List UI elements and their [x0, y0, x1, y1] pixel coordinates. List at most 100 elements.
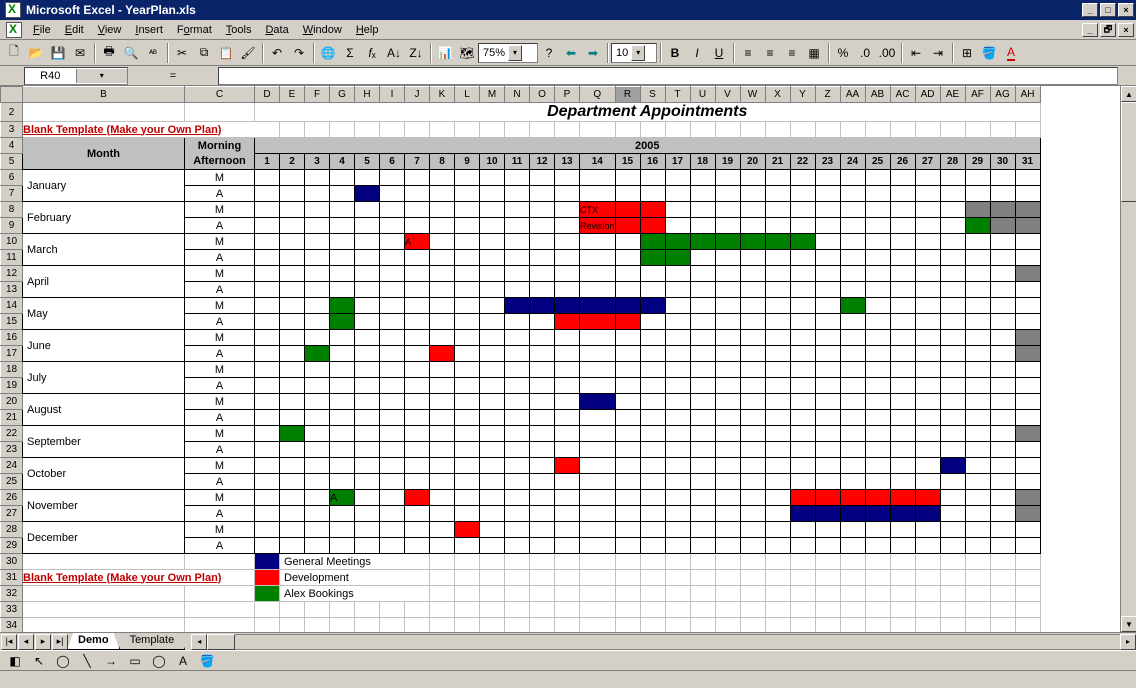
plan-cell[interactable]	[890, 314, 915, 330]
plan-cell[interactable]	[555, 506, 580, 522]
minimize-button[interactable]: _	[1082, 3, 1098, 17]
plan-cell[interactable]	[355, 218, 380, 234]
copy-button[interactable]: ⧉	[193, 42, 215, 64]
plan-cell[interactable]	[555, 250, 580, 266]
plan-cell[interactable]	[740, 186, 765, 202]
doc-close-button[interactable]: ×	[1118, 23, 1134, 37]
plan-cell[interactable]	[305, 298, 330, 314]
plan-cell[interactable]	[740, 394, 765, 410]
new-button[interactable]: 🗋	[3, 42, 25, 64]
plan-cell[interactable]	[405, 250, 430, 266]
plan-cell[interactable]	[580, 282, 616, 298]
plan-cell[interactable]	[965, 426, 990, 442]
plan-cell[interactable]	[405, 410, 430, 426]
plan-cell[interactable]	[505, 234, 530, 250]
format-painter-button[interactable]: 🖌	[237, 42, 259, 64]
plan-cell[interactable]	[840, 346, 865, 362]
plan-cell[interactable]	[530, 378, 555, 394]
plan-cell[interactable]	[530, 474, 555, 490]
plan-cell[interactable]	[580, 426, 616, 442]
plan-cell[interactable]	[990, 186, 1015, 202]
plan-cell[interactable]	[765, 538, 790, 554]
plan-cell[interactable]	[305, 282, 330, 298]
plan-cell[interactable]	[915, 218, 940, 234]
plan-cell[interactable]	[965, 522, 990, 538]
plan-cell[interactable]	[580, 490, 616, 506]
col-header-P[interactable]: P	[555, 87, 580, 103]
plan-cell[interactable]	[355, 522, 380, 538]
plan-cell[interactable]	[255, 234, 280, 250]
plan-cell[interactable]	[665, 250, 690, 266]
plan-cell[interactable]	[790, 506, 815, 522]
plan-cell[interactable]	[965, 186, 990, 202]
plan-cell[interactable]	[765, 170, 790, 186]
plan-cell[interactable]	[355, 426, 380, 442]
plan-cell[interactable]	[380, 234, 405, 250]
plan-cell[interactable]	[305, 394, 330, 410]
plan-cell[interactable]	[305, 266, 330, 282]
plan-cell[interactable]	[330, 394, 355, 410]
plan-cell[interactable]	[555, 170, 580, 186]
plan-cell[interactable]	[355, 378, 380, 394]
plan-cell[interactable]	[455, 490, 480, 506]
plan-cell[interactable]	[405, 442, 430, 458]
plan-cell[interactable]	[530, 458, 555, 474]
plan-cell[interactable]	[915, 506, 940, 522]
plan-cell[interactable]	[690, 378, 715, 394]
plan-cell[interactable]	[555, 186, 580, 202]
plan-cell[interactable]	[255, 346, 280, 362]
plan-cell[interactable]	[430, 218, 455, 234]
plan-cell[interactable]	[765, 186, 790, 202]
plan-cell[interactable]	[615, 250, 640, 266]
plan-cell[interactable]	[280, 538, 305, 554]
plan-cell[interactable]	[530, 202, 555, 218]
col-header-D[interactable]: D	[255, 87, 280, 103]
plan-cell[interactable]	[990, 234, 1015, 250]
plan-cell[interactable]	[690, 186, 715, 202]
plan-cell[interactable]	[1015, 282, 1040, 298]
scroll-right-button[interactable]: ▸	[1120, 634, 1136, 650]
plan-cell[interactable]	[530, 346, 555, 362]
plan-cell[interactable]	[555, 474, 580, 490]
plan-cell[interactable]	[790, 330, 815, 346]
fill-button[interactable]: 🪣	[196, 650, 218, 672]
forward-button[interactable]: ➡	[582, 42, 604, 64]
plan-cell[interactable]	[480, 490, 505, 506]
plan-cell[interactable]	[915, 330, 940, 346]
plan-cell[interactable]: A	[405, 234, 430, 250]
plan-cell[interactable]	[305, 490, 330, 506]
plan-cell[interactable]	[355, 170, 380, 186]
percent-button[interactable]: %	[832, 42, 854, 64]
col-header-V[interactable]: V	[715, 87, 740, 103]
plan-cell[interactable]	[330, 202, 355, 218]
plan-cell[interactable]	[480, 186, 505, 202]
plan-cell[interactable]	[580, 298, 616, 314]
plan-cell[interactable]	[505, 186, 530, 202]
plan-cell[interactable]	[615, 266, 640, 282]
plan-cell[interactable]	[915, 314, 940, 330]
plan-cell[interactable]	[940, 474, 965, 490]
plan-cell[interactable]	[405, 458, 430, 474]
plan-cell[interactable]	[280, 218, 305, 234]
plan-cell[interactable]	[330, 234, 355, 250]
decrease-indent-button[interactable]: ⇤	[905, 42, 927, 64]
plan-cell[interactable]	[790, 202, 815, 218]
plan-cell[interactable]	[665, 490, 690, 506]
row-header-10[interactable]: 10	[1, 234, 23, 250]
plan-cell[interactable]	[965, 378, 990, 394]
plan-cell[interactable]	[990, 474, 1015, 490]
plan-cell[interactable]	[330, 474, 355, 490]
plan-cell[interactable]	[405, 202, 430, 218]
plan-cell[interactable]	[965, 250, 990, 266]
plan-cell[interactable]	[330, 218, 355, 234]
plan-cell[interactable]	[555, 330, 580, 346]
plan-cell[interactable]	[530, 186, 555, 202]
print-button[interactable]: 🖶	[98, 42, 120, 64]
plan-cell[interactable]	[1015, 218, 1040, 234]
plan-cell[interactable]	[505, 202, 530, 218]
col-header-Q[interactable]: Q	[580, 87, 616, 103]
plan-cell[interactable]	[455, 458, 480, 474]
plan-cell[interactable]	[430, 298, 455, 314]
plan-cell[interactable]	[1015, 410, 1040, 426]
plan-cell[interactable]	[715, 218, 740, 234]
